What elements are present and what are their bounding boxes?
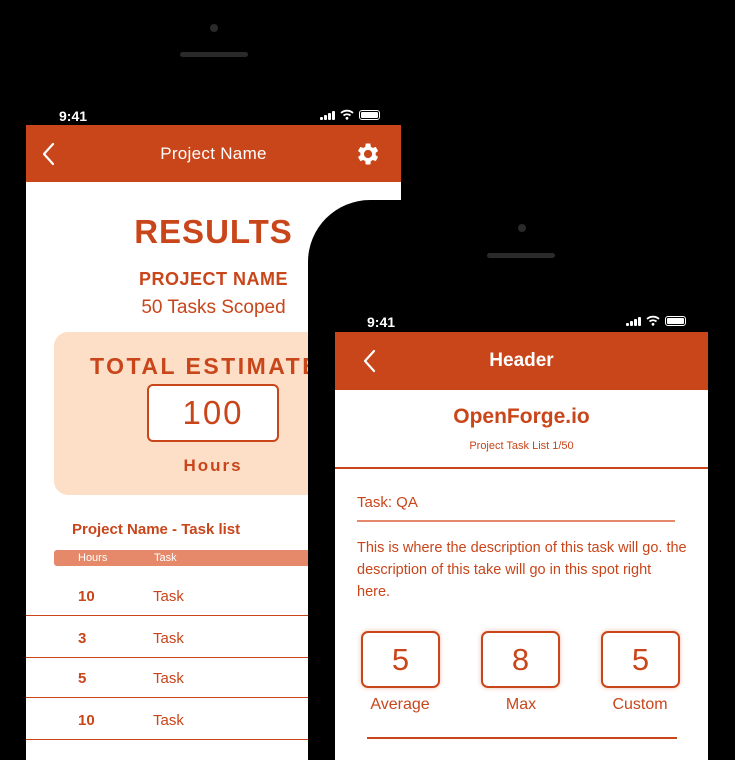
divider [367,737,677,739]
divider [357,520,675,522]
row-task: Task [153,588,184,605]
battery-icon [359,109,380,120]
row-hours: 10 [78,712,95,729]
nav-title: Project Name [160,143,267,163]
row-hours: 5 [78,670,87,687]
row-task: Task [153,630,184,647]
cellular-signal-icon [626,316,641,326]
row-task: Task [153,712,184,729]
average-estimate-box[interactable]: 5 [361,631,440,688]
back-chevron-icon[interactable] [363,349,377,373]
cellular-signal-icon [320,110,335,120]
gear-icon[interactable] [353,140,381,168]
brand-logo-text: OpenForge.io [453,405,590,428]
speaker-grille [487,253,555,258]
status-time: 9:41 [367,314,396,330]
task-list-title: Project Name - Task list [72,521,241,538]
task-detail-screen: Header OpenForge.io Project Task List 1/… [335,332,708,760]
camera-dot [210,24,218,32]
wifi-icon [646,315,660,326]
average-label: Average [370,696,430,713]
wifi-icon [340,109,354,120]
nav-bar: Project Name [26,125,401,182]
nav-bar: Header [335,332,708,390]
row-hours: 3 [78,630,87,647]
task-name: Task: QA [357,494,418,511]
total-estimate-label: TOTAL ESTIMATE [90,353,321,379]
nav-title: Header [489,350,554,371]
status-time: 9:41 [59,108,88,124]
phone-task-detail-screen: 9:41 Header OpenForge.io Project Task Li… [308,200,735,760]
status-icons [320,109,380,120]
total-estimate-value: 100 [147,384,279,442]
back-chevron-icon[interactable] [42,142,56,166]
max-estimate-box[interactable]: 8 [481,631,560,688]
custom-label: Custom [612,696,668,713]
row-task: Task [153,670,184,687]
task-description: This is where the description of this ta… [357,540,687,600]
speaker-grille [180,52,248,57]
custom-estimate-input[interactable]: 5 [601,631,680,688]
camera-dot [518,224,526,232]
battery-icon [665,315,686,326]
status-icons [626,315,686,326]
column-header-task: Task [154,552,177,564]
divider [335,467,708,469]
row-hours: 10 [78,588,95,605]
task-counter: Project Task List 1/50 [469,440,574,452]
column-header-hours: Hours [78,552,108,564]
max-label: Max [505,696,537,713]
